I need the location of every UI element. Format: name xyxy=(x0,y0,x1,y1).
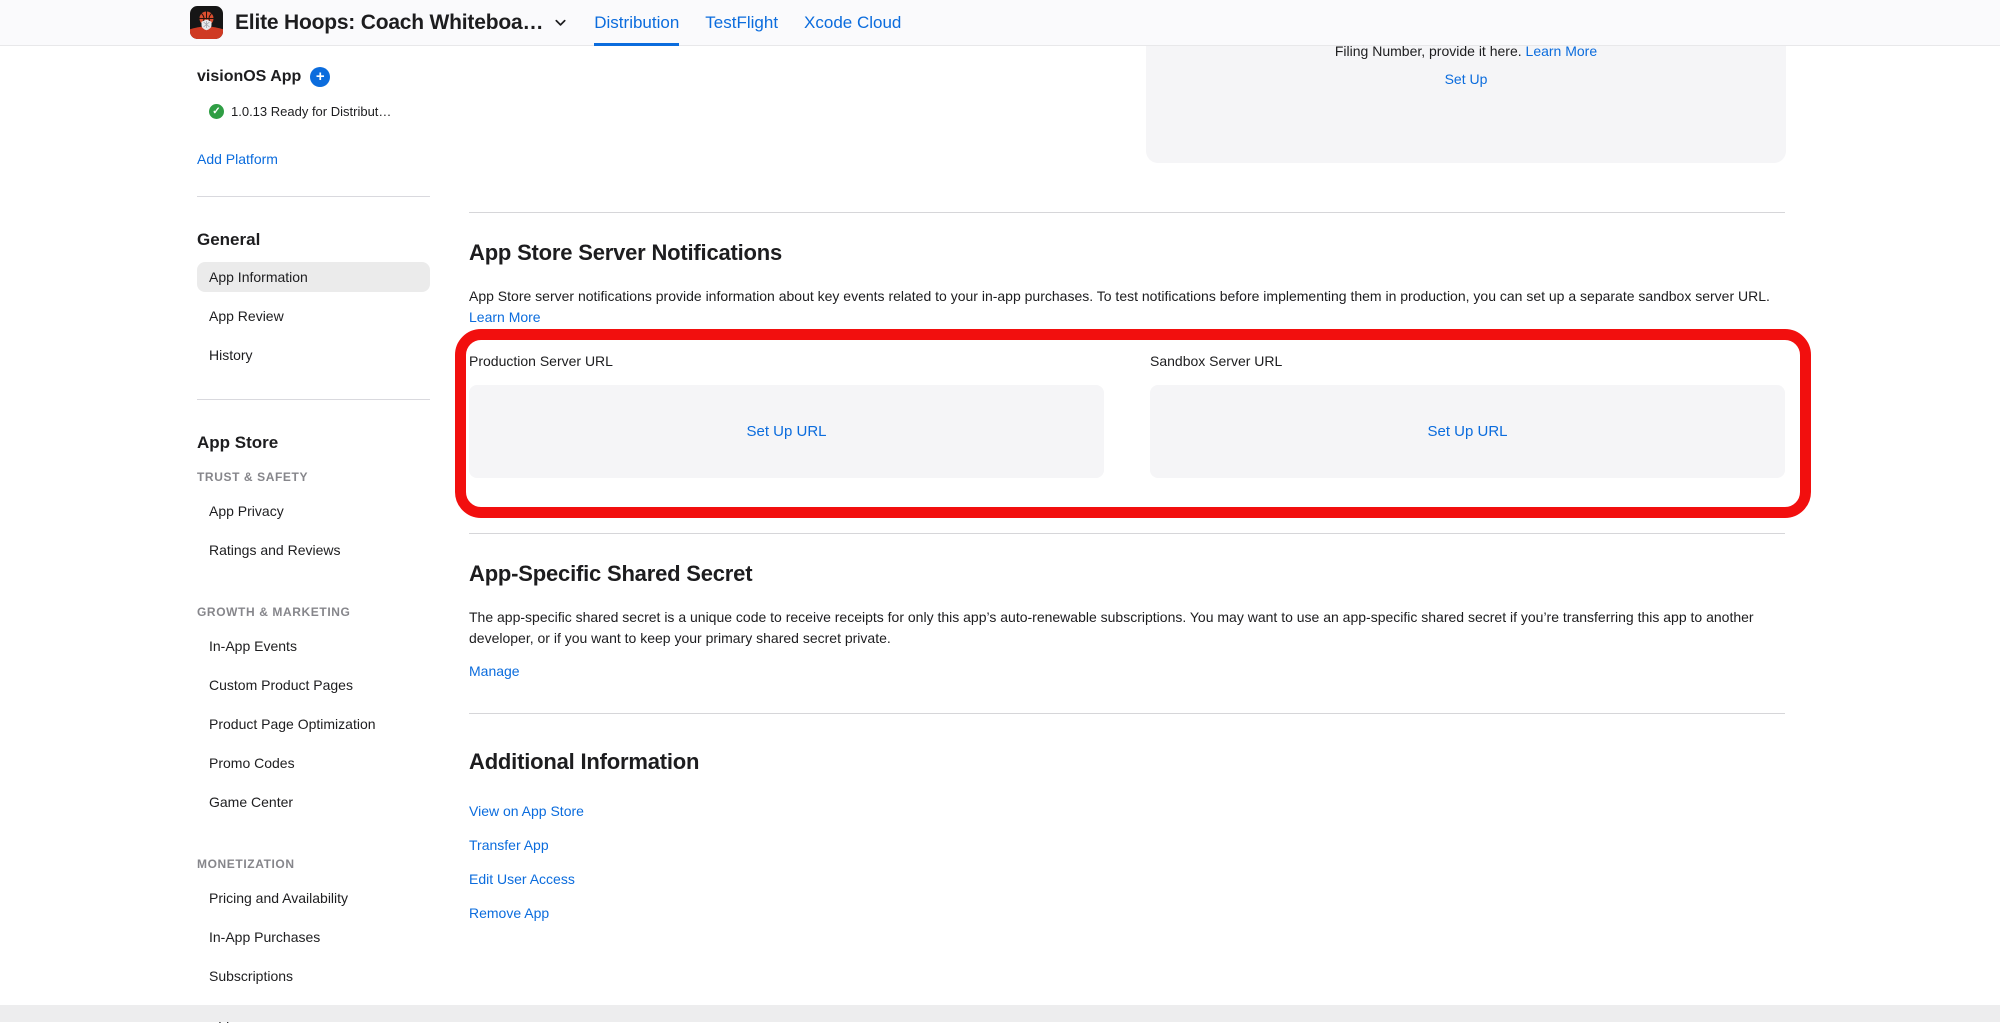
app-icon xyxy=(190,6,223,39)
tab-distribution[interactable]: Distribution xyxy=(594,0,679,46)
additional-information-title: Additional Information xyxy=(469,748,1785,776)
sidebar-item-history[interactable]: History xyxy=(197,340,430,370)
sidebar-section-growth-marketing: GROWTH & MARKETING xyxy=(197,605,430,619)
add-platform-link[interactable]: Add Platform xyxy=(197,151,278,167)
sidebar-item-product-page-optimization[interactable]: Product Page Optimization xyxy=(197,709,430,739)
transfer-app-link[interactable]: Transfer App xyxy=(469,836,549,854)
sidebar: visionOS App + ✓ 1.0.13 Ready for Distri… xyxy=(197,46,430,1030)
add-version-button[interactable]: + xyxy=(310,67,330,87)
view-on-app-store-link[interactable]: View on App Store xyxy=(469,802,584,820)
production-server-url-panel: Set Up URL xyxy=(469,385,1104,478)
divider xyxy=(197,399,430,400)
sidebar-group-app-store: App Store xyxy=(197,433,430,453)
remove-app-link[interactable]: Remove App xyxy=(469,904,549,922)
sidebar-item-app-information[interactable]: App Information xyxy=(197,262,430,292)
sidebar-section-trust-safety: TRUST & SAFETY xyxy=(197,470,430,484)
sidebar-item-custom-product-pages[interactable]: Custom Product Pages xyxy=(197,670,430,700)
divider xyxy=(469,533,1785,534)
main-content: App Store Server Notifications App Store… xyxy=(469,46,1785,922)
sidebar-item-game-center[interactable]: Game Center xyxy=(197,787,430,817)
sidebar-item-ratings-and-reviews[interactable]: Ratings and Reviews xyxy=(197,535,430,565)
app-title: Elite Hoops: Coach Whiteboa… xyxy=(235,11,543,35)
sandbox-server-url-panel: Set Up URL xyxy=(1150,385,1785,478)
platform-title: visionOS App xyxy=(197,68,301,86)
tab-xcode-cloud[interactable]: Xcode Cloud xyxy=(804,0,901,46)
production-server-url-block: Production Server URL Set Up URL xyxy=(469,352,1104,478)
sidebar-item-in-app-events[interactable]: In-App Events xyxy=(197,631,430,661)
server-notifications-learn-more-link[interactable]: Learn More xyxy=(469,309,541,325)
sidebar-item-subscriptions[interactable]: Subscriptions xyxy=(197,961,430,991)
ready-check-icon: ✓ xyxy=(209,104,224,119)
app-tabs: Distribution TestFlight Xcode Cloud xyxy=(594,0,901,46)
manage-shared-secret-link[interactable]: Manage xyxy=(469,663,520,679)
divider xyxy=(197,196,430,197)
production-set-up-url-link[interactable]: Set Up URL xyxy=(746,423,826,440)
footer-bar xyxy=(0,1005,2000,1022)
divider xyxy=(469,713,1785,714)
server-url-columns: Production Server URL Set Up URL Sandbox… xyxy=(469,352,1785,478)
chevron-down-icon[interactable] xyxy=(553,15,568,30)
sidebar-item-promo-codes[interactable]: Promo Codes xyxy=(197,748,430,778)
server-notifications-description: App Store server notifications provide i… xyxy=(469,286,1785,328)
top-navigation-bar: Elite Hoops: Coach Whiteboa… Distributio… xyxy=(0,0,2000,46)
sidebar-item-app-review[interactable]: App Review xyxy=(197,301,430,331)
server-notifications-title: App Store Server Notifications xyxy=(469,239,1785,267)
shared-secret-description: The app-specific shared secret is a uniq… xyxy=(469,607,1785,649)
version-status-row[interactable]: ✓ 1.0.13 Ready for Distribut… xyxy=(209,104,430,119)
sidebar-item-pricing-and-availability[interactable]: Pricing and Availability xyxy=(197,883,430,913)
sandbox-server-url-label: Sandbox Server URL xyxy=(1150,352,1785,370)
sidebar-section-monetization: MONETIZATION xyxy=(197,857,430,871)
version-status-label: 1.0.13 Ready for Distribut… xyxy=(231,104,391,119)
shared-secret-title: App-Specific Shared Secret xyxy=(469,560,1785,588)
sandbox-server-url-block: Sandbox Server URL Set Up URL xyxy=(1150,352,1785,478)
sidebar-item-in-app-purchases[interactable]: In-App Purchases xyxy=(197,922,430,952)
divider xyxy=(469,212,1785,213)
sandbox-set-up-url-link[interactable]: Set Up URL xyxy=(1427,423,1507,440)
sidebar-group-general: General xyxy=(197,230,430,250)
production-server-url-label: Production Server URL xyxy=(469,352,1104,370)
edit-user-access-link[interactable]: Edit User Access xyxy=(469,870,575,888)
tab-testflight[interactable]: TestFlight xyxy=(705,0,778,46)
sidebar-item-app-privacy[interactable]: App Privacy xyxy=(197,496,430,526)
